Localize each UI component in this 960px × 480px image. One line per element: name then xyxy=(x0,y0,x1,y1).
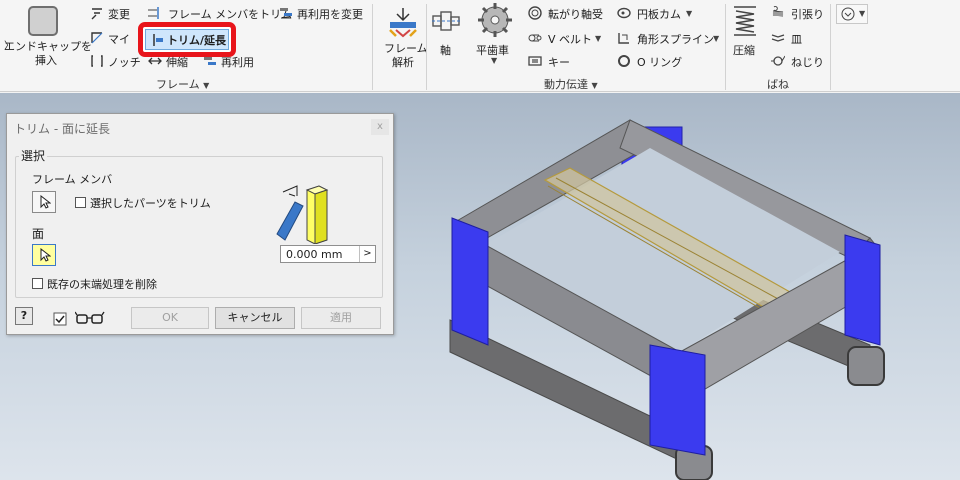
ribbon-separator xyxy=(725,4,726,90)
remove-end-treatment-label[interactable]: 既存の末端処理を削除 xyxy=(47,276,157,292)
power-group-label[interactable]: 動力伝達 ▼ xyxy=(544,76,598,92)
end-cap-icon[interactable] xyxy=(28,6,58,36)
bearing-label[interactable]: 転がり軸受 xyxy=(548,6,603,22)
disc-cam-icon[interactable] xyxy=(617,6,631,20)
frame-analysis-line2: 解析 xyxy=(392,56,414,69)
oring-icon[interactable] xyxy=(617,54,631,68)
change-reuse-icon[interactable] xyxy=(279,6,293,20)
frame-analysis-line1: フレーム xyxy=(384,42,428,55)
compression-spring-icon[interactable] xyxy=(732,4,758,38)
apply-button[interactable]: 適用 xyxy=(301,307,381,329)
reuse-icon[interactable] xyxy=(203,54,217,68)
frame-group-text: フレーム xyxy=(156,78,200,91)
torsion-spring-icon[interactable] xyxy=(771,54,785,68)
front-left-leg[interactable] xyxy=(451,217,489,346)
chevron-down-circle-icon xyxy=(841,7,855,21)
notch-label[interactable]: ノッチ xyxy=(108,54,141,70)
spring-group-label[interactable]: ばね xyxy=(767,76,789,92)
disc-cam-label[interactable]: 円板カム xyxy=(637,6,681,22)
extension-label[interactable]: 引張り xyxy=(791,6,824,22)
trim-to-member-label[interactable]: フレーム メンバをトリム xyxy=(168,6,292,22)
trim-extend-button[interactable]: トリム/延長 xyxy=(138,22,236,57)
spur-gear-dropdown-icon[interactable]: ▼ xyxy=(491,56,497,65)
torsion-label[interactable]: ねじり xyxy=(791,54,824,70)
ribbon-separator xyxy=(426,4,427,90)
front-center-leg[interactable] xyxy=(649,344,706,456)
spur-gear-icon[interactable] xyxy=(476,2,514,38)
change-icon[interactable] xyxy=(90,7,104,21)
trim-extend-illustration xyxy=(276,185,329,244)
trim-selected-label[interactable]: 選択したパーツをトリム xyxy=(90,195,211,211)
vbelt-label[interactable]: V ベルト xyxy=(548,31,592,47)
vbelt-icon[interactable] xyxy=(528,31,542,45)
oring-label[interactable]: O リング xyxy=(637,54,682,70)
more-dropdown-arrow-icon: ▼ xyxy=(859,9,866,18)
lengthen-label[interactable]: 伸縮 xyxy=(166,54,188,70)
trim-extend-icon xyxy=(153,34,163,46)
close-icon[interactable]: x xyxy=(371,119,389,135)
reuse-label[interactable]: 再利用 xyxy=(221,54,254,70)
face-label: 面 xyxy=(32,227,45,241)
notch-icon[interactable] xyxy=(90,54,104,68)
frame-members-label: フレーム メンバ xyxy=(32,173,113,186)
trim-extend-dialog: トリム - 面に延長 x 選択 フレーム メンバ 選択したパーツをトリム 面 0… xyxy=(6,113,394,335)
more-dropdown-button[interactable]: ▼ xyxy=(836,4,868,24)
trim-member-icon[interactable] xyxy=(147,6,161,20)
shaft-icon[interactable] xyxy=(432,6,460,36)
bearing-icon[interactable] xyxy=(528,6,542,20)
glasses-icon[interactable] xyxy=(75,311,105,325)
ok-button[interactable]: OK xyxy=(131,307,209,329)
cursor-arrow-icon xyxy=(40,195,51,209)
distance-arrow-icon[interactable]: > xyxy=(359,246,375,262)
spline-label[interactable]: 角形スプライン xyxy=(637,31,714,47)
front-right-leg[interactable] xyxy=(844,234,881,346)
lengthen-icon[interactable] xyxy=(148,54,162,68)
skid-end-right xyxy=(847,346,885,386)
dialog-title: トリム - 面に延長 xyxy=(14,122,110,136)
distance-input[interactable]: 0.000 mm > xyxy=(280,245,376,263)
ribbon: 〉 エンドキャップを 挿入 変更 マイ ノッチ フレーム メンバをトリム トリム… xyxy=(0,0,960,92)
miter-label[interactable]: マイ xyxy=(108,31,130,47)
ribbon-separator xyxy=(830,4,831,90)
key-icon[interactable] xyxy=(528,54,542,68)
selection-group-caption: 選択 xyxy=(19,147,48,164)
insert-end-cap-line2: 挿入 xyxy=(35,54,57,67)
distance-value: 0.000 mm xyxy=(286,248,343,261)
cancel-button[interactable]: キャンセル xyxy=(215,307,295,329)
belleville-label[interactable]: 皿 xyxy=(791,31,802,47)
change-reuse-label[interactable]: 再利用を変更 xyxy=(297,6,363,22)
frame-group-label[interactable]: フレーム ▼ xyxy=(156,76,209,92)
trim-extend-label: トリム/延長 xyxy=(167,34,227,47)
trim-selected-checkbox[interactable] xyxy=(75,197,86,208)
spline-dropdown-icon[interactable]: ▼ xyxy=(713,34,719,43)
compression-label[interactable]: 圧縮 xyxy=(733,42,755,58)
face-select-button[interactable] xyxy=(32,244,56,266)
help-icon: ? xyxy=(20,309,28,322)
ribbon-separator xyxy=(372,4,373,90)
key-label[interactable]: キー xyxy=(548,54,570,70)
checkmark-icon[interactable] xyxy=(53,312,67,326)
remove-end-treatment-checkbox[interactable] xyxy=(32,278,43,289)
shaft-label[interactable]: 軸 xyxy=(440,42,451,58)
power-group-text: 動力伝達 xyxy=(544,78,588,91)
disc-cam-dropdown-icon[interactable]: ▼ xyxy=(686,9,692,18)
help-button[interactable]: ? xyxy=(15,307,33,325)
insert-end-cap-button[interactable]: 〉 エンドキャップを 挿入 xyxy=(4,40,92,68)
change-label[interactable]: 変更 xyxy=(108,6,130,22)
belleville-spring-icon[interactable] xyxy=(771,31,785,45)
miter-icon[interactable] xyxy=(90,31,104,45)
cursor-arrow-icon xyxy=(40,248,51,262)
vbelt-dropdown-icon[interactable]: ▼ xyxy=(595,34,601,43)
spline-icon[interactable] xyxy=(617,31,631,45)
insert-end-cap-line1: エンドキャップを xyxy=(4,40,92,53)
frame-analysis-button[interactable]: フレーム 解析 xyxy=(384,42,428,70)
extension-spring-icon[interactable] xyxy=(771,6,785,20)
frame-members-select-button[interactable] xyxy=(32,191,56,213)
frame-analysis-icon[interactable] xyxy=(386,6,420,40)
